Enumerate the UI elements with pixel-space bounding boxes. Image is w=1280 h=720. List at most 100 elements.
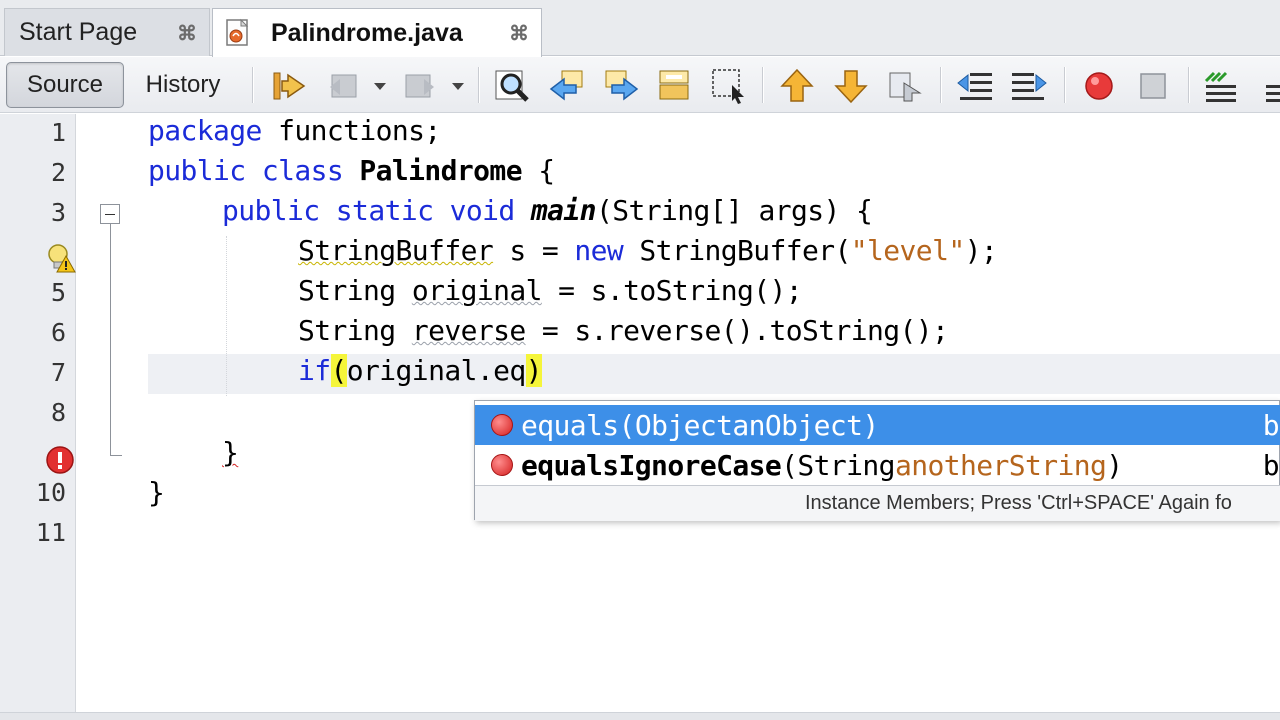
toggle-highlight-icon[interactable] bbox=[656, 67, 694, 105]
method-icon bbox=[491, 454, 513, 476]
fold-line bbox=[110, 455, 122, 456]
code-text: { bbox=[521, 154, 555, 187]
string-literal: "level" bbox=[850, 234, 965, 267]
stop-macro-icon[interactable] bbox=[1134, 67, 1172, 105]
completion-param-name: anotherString bbox=[894, 448, 1107, 482]
code-text: (String[] args) { bbox=[595, 194, 873, 227]
code-text: = s.toString(); bbox=[541, 274, 802, 307]
line-number: 11 bbox=[35, 518, 66, 547]
line-number: 7 bbox=[50, 358, 66, 387]
completion-item-equals[interactable]: equals(Object anObject) b bbox=[475, 405, 1280, 445]
code-line-2[interactable]: public class Palindrome { bbox=[148, 154, 555, 187]
completion-param-type: String bbox=[797, 448, 895, 482]
tab-label: Palindrome.java bbox=[271, 18, 463, 47]
completion-method-name: equalsIgnoreCase bbox=[521, 448, 782, 482]
code-line-3[interactable]: public static void main(String[] args) { bbox=[222, 194, 873, 227]
line-number: 8 bbox=[50, 398, 66, 427]
find-icon[interactable] bbox=[494, 67, 532, 105]
history-button[interactable]: History bbox=[128, 62, 238, 108]
source-button[interactable]: Source bbox=[6, 62, 124, 108]
completion-signature: ) bbox=[862, 408, 879, 442]
tab-start-page[interactable]: Start Page ⌘ bbox=[4, 8, 210, 56]
find-previous-icon[interactable] bbox=[548, 67, 586, 105]
uncomment-icon[interactable] bbox=[1258, 67, 1280, 105]
close-tab-icon[interactable]: ⌘ bbox=[177, 21, 197, 46]
last-edit-icon[interactable] bbox=[270, 67, 308, 105]
matched-paren: ) bbox=[525, 354, 543, 387]
previous-bookmark-icon[interactable] bbox=[778, 67, 816, 105]
completion-param-name: anObject bbox=[732, 408, 863, 442]
code-line-10[interactable]: } bbox=[148, 476, 165, 509]
keyword: if bbox=[298, 354, 331, 387]
fold-collapse-icon[interactable] bbox=[100, 204, 120, 224]
indent-guide bbox=[226, 236, 227, 396]
matched-paren: ( bbox=[330, 354, 347, 387]
line-number-gutter: 1 2 3 5 6 7 8 10 11 bbox=[0, 114, 76, 714]
completion-signature: ( bbox=[781, 448, 798, 482]
completion-method-name: equals bbox=[521, 408, 619, 442]
completion-status-bar: Instance Members; Press 'Ctrl+SPACE' Aga… bbox=[475, 485, 1280, 521]
chevron-down-icon[interactable] bbox=[370, 67, 390, 105]
class-name: Palindrome bbox=[359, 154, 522, 187]
line-number: 1 bbox=[50, 118, 66, 147]
code-line-9[interactable]: } bbox=[222, 436, 239, 469]
hint-warning-icon[interactable] bbox=[44, 242, 76, 274]
toggle-bookmark-icon[interactable] bbox=[886, 67, 924, 105]
line-number: 2 bbox=[50, 158, 66, 187]
variable-name: reverse bbox=[411, 314, 526, 347]
next-bookmark-icon[interactable] bbox=[832, 67, 870, 105]
back-icon[interactable] bbox=[326, 67, 364, 105]
type-name: String bbox=[298, 314, 412, 347]
java-file-icon bbox=[223, 18, 253, 48]
code-line-7[interactable]: if(original.eq) bbox=[298, 354, 543, 387]
tab-palindrome-java[interactable]: Palindrome.java ⌘ bbox=[212, 8, 542, 57]
keyword: public static void bbox=[222, 194, 515, 227]
code-text: functions; bbox=[261, 114, 441, 147]
code-text: = s.reverse().toString(); bbox=[525, 314, 949, 347]
keyword: package bbox=[148, 114, 262, 147]
shift-right-icon[interactable] bbox=[1010, 67, 1048, 105]
find-next-icon[interactable] bbox=[602, 67, 640, 105]
completion-signature: ( bbox=[618, 408, 636, 442]
code-text: StringBuffer( bbox=[623, 234, 851, 267]
toolbar-separator bbox=[1064, 67, 1066, 103]
completion-signature: ) bbox=[1106, 448, 1123, 482]
close-tab-icon[interactable]: ⌘ bbox=[509, 21, 529, 46]
forward-icon[interactable] bbox=[400, 67, 438, 105]
editor-toolbar: Source History bbox=[0, 57, 1280, 113]
code-completion-popup: equals(Object anObject) b equalsIgnoreCa… bbox=[474, 400, 1280, 521]
toolbar-separator bbox=[252, 67, 254, 103]
code-text: s = bbox=[493, 234, 575, 267]
type-name: StringBuffer bbox=[298, 234, 494, 267]
line-number: 10 bbox=[35, 478, 66, 507]
chevron-down-icon[interactable] bbox=[448, 67, 468, 105]
completion-item-equalsignorecase[interactable]: equalsIgnoreCase(String anotherString) b bbox=[475, 445, 1280, 485]
type-name: String bbox=[298, 274, 412, 307]
code-line-5[interactable]: String original = s.toString(); bbox=[298, 274, 803, 307]
code-text: original.eq bbox=[346, 354, 526, 387]
variable-name: original bbox=[411, 274, 543, 307]
line-number: 5 bbox=[50, 278, 66, 307]
error-icon[interactable] bbox=[44, 444, 76, 476]
line-number: 3 bbox=[50, 198, 66, 227]
code-line-4[interactable]: StringBuffer s = new StringBuffer("level… bbox=[298, 234, 998, 267]
completion-param-type: Object bbox=[634, 408, 733, 442]
keyword: new bbox=[574, 234, 624, 267]
completion-return-type: b bbox=[1262, 448, 1280, 482]
comment-icon[interactable] bbox=[1202, 67, 1240, 105]
shift-left-icon[interactable] bbox=[956, 67, 994, 105]
line-number: 6 bbox=[50, 318, 66, 347]
closing-brace: } bbox=[222, 436, 239, 469]
toolbar-separator bbox=[1188, 67, 1190, 103]
fold-line bbox=[110, 224, 111, 456]
tab-label: Start Page bbox=[19, 18, 138, 46]
code-line-6[interactable]: String reverse = s.reverse().toString(); bbox=[298, 314, 949, 347]
find-selection-icon[interactable] bbox=[710, 67, 748, 105]
code-line-1[interactable]: package functions; bbox=[148, 114, 441, 147]
toolbar-separator bbox=[940, 67, 942, 103]
start-macro-icon[interactable] bbox=[1080, 67, 1118, 105]
method-icon bbox=[491, 414, 513, 436]
closing-brace: } bbox=[148, 476, 165, 509]
status-bar bbox=[0, 712, 1280, 720]
completion-return-type: b bbox=[1262, 408, 1280, 442]
